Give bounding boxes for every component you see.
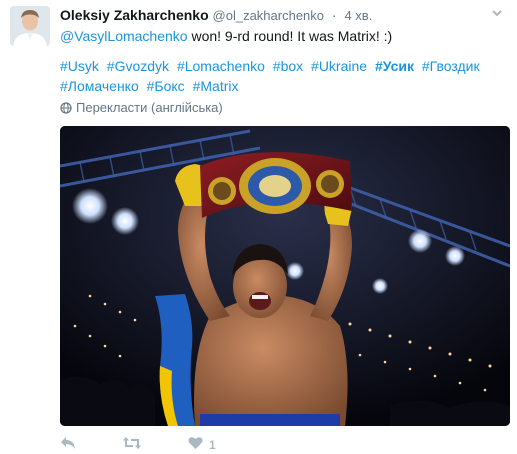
- retweet-button[interactable]: [122, 436, 142, 453]
- hashtag-link[interactable]: #Гвоздик: [422, 58, 480, 74]
- mention-link[interactable]: @VasylLomachenko: [60, 28, 188, 44]
- hashtag-link[interactable]: #Matrix: [193, 78, 239, 94]
- hashtag-link[interactable]: #Lomachenko: [177, 58, 265, 74]
- hashtag-link[interactable]: #box: [273, 58, 303, 74]
- retweet-icon: [122, 436, 142, 453]
- hashtag-link[interactable]: #Ломаченко: [60, 78, 139, 94]
- chevron-down-icon[interactable]: [491, 6, 503, 24]
- globe-icon: [60, 101, 72, 114]
- tweet-photo[interactable]: [60, 126, 510, 426]
- like-count: 1: [209, 437, 216, 452]
- tweet: Oleksiy Zakharchenko @ol_zakharchenko · …: [0, 0, 517, 454]
- tweet-text: @VasylLomachenko won! 9-rd round! It was…: [60, 26, 507, 46]
- reply-button[interactable]: [60, 436, 76, 453]
- hashtag-link[interactable]: #Ukraine: [311, 58, 367, 74]
- translate-label: Перекласти (англійська): [76, 100, 223, 115]
- avatar[interactable]: [10, 6, 50, 46]
- like-button[interactable]: 1: [188, 436, 216, 453]
- translate-link[interactable]: Перекласти (англійська): [60, 100, 223, 115]
- hashtag-link[interactable]: #Usyk: [60, 58, 99, 74]
- tweet-body: won! 9-rd round! It was Matrix! :): [187, 28, 393, 44]
- hashtag-link[interactable]: #Бокс: [147, 78, 185, 94]
- hashtag-list: #Usyk #Gvozdyk #Lomachenko #box #Ukraine…: [60, 56, 503, 96]
- hashtag-link[interactable]: #Gvozdyk: [107, 58, 169, 74]
- separator-dot: ·: [331, 7, 337, 23]
- tweet-header: Oleksiy Zakharchenko @ol_zakharchenko · …: [60, 6, 507, 26]
- hashtag-link[interactable]: #Усик: [375, 58, 414, 74]
- author-handle[interactable]: @ol_zakharchenko: [213, 8, 324, 23]
- tweet-actions: 1: [60, 436, 262, 453]
- heart-icon: [188, 436, 203, 453]
- tweet-timestamp[interactable]: 4 хв.: [344, 8, 372, 23]
- reply-icon: [60, 436, 76, 453]
- author-name[interactable]: Oleksiy Zakharchenko: [60, 7, 209, 23]
